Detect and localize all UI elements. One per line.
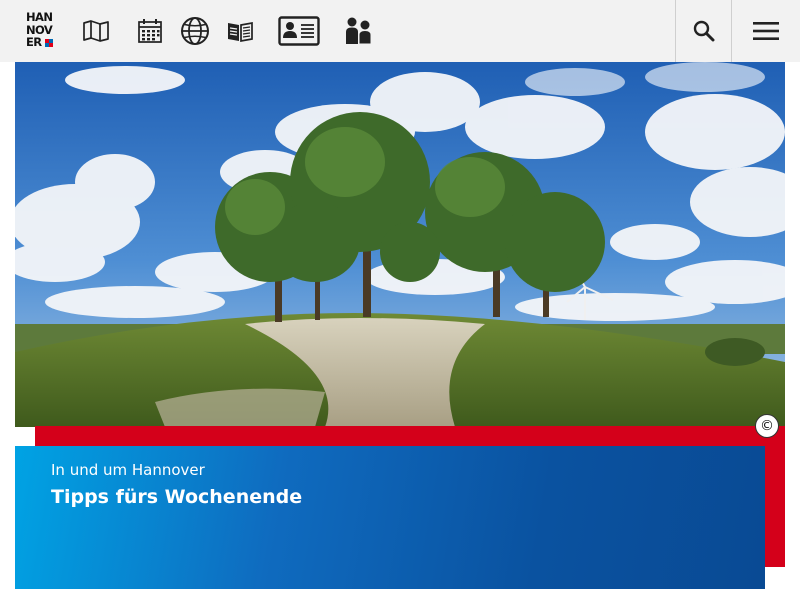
logo-line-1: HAN [26, 10, 53, 24]
map-icon[interactable] [81, 14, 111, 48]
hero-image[interactable] [15, 62, 785, 427]
copyright-icon[interactable]: © [755, 414, 779, 438]
menu-button[interactable] [731, 0, 800, 62]
people-icon[interactable] [341, 14, 377, 48]
calendar-icon[interactable] [135, 14, 165, 48]
hannover-logo[interactable]: HAN NOV ER [26, 11, 56, 51]
globe-icon[interactable] [179, 14, 211, 48]
teaser-panel[interactable]: In und um Hannover Tipps fürs Wochenende [15, 446, 765, 589]
site-header: HAN NOV ER [0, 0, 800, 62]
teaser-kicker: In und um Hannover [51, 461, 205, 479]
book-icon[interactable] [225, 14, 255, 48]
search-icon [693, 20, 714, 42]
search-button[interactable] [675, 0, 731, 62]
id-card-icon[interactable] [277, 14, 321, 48]
logo-mark-icon [45, 39, 53, 47]
teaser-headline[interactable]: Tipps fürs Wochenende [51, 486, 302, 508]
hamburger-menu-icon [753, 22, 779, 40]
